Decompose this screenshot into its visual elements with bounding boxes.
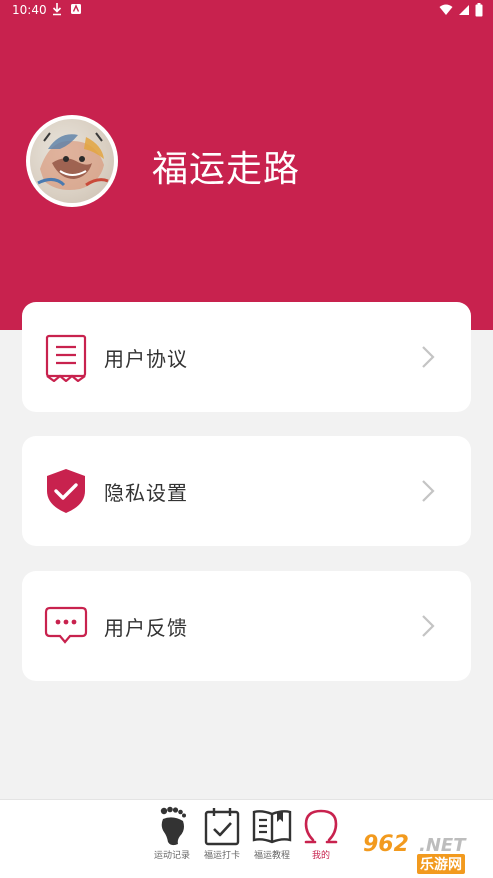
avatar[interactable]	[26, 115, 118, 207]
notification-icon	[70, 2, 82, 19]
chevron-right-icon	[421, 614, 435, 638]
profile-icon	[304, 809, 338, 844]
tab-label: 我的	[311, 851, 330, 861]
tab-label: 福运打卡	[203, 851, 240, 861]
calendar-check-icon	[204, 808, 240, 846]
profile-name: 福运走路	[152, 149, 301, 190]
status-time: 10:40	[12, 3, 47, 17]
chevron-right-icon	[421, 479, 435, 503]
chevron-right-icon	[421, 345, 435, 369]
status-icons	[439, 3, 483, 17]
watermark-subtitle: 乐游网	[417, 854, 465, 874]
footprint-icon	[160, 806, 186, 846]
shield-check-icon	[44, 467, 88, 515]
tab-label: 运动记录	[153, 851, 190, 861]
menu-item-label: 用户协议	[104, 346, 188, 371]
menu-item-privacy-settings[interactable]: 隐私设置	[22, 436, 471, 546]
wifi-icon	[439, 4, 453, 15]
book-icon	[252, 810, 292, 844]
tab-activity-record[interactable]: 运动记录	[148, 806, 196, 861]
tab-mine[interactable]: 我的	[297, 806, 345, 861]
menu-item-user-agreement[interactable]: 用户协议	[22, 302, 471, 412]
status-bar: 10:40	[0, 0, 493, 22]
battery-icon	[475, 3, 483, 17]
watermark-number: 962	[363, 832, 409, 857]
watermark-suffix: .NET	[419, 835, 466, 856]
tab-checkin[interactable]: 福运打卡	[198, 806, 246, 861]
tab-label: 福运教程	[253, 851, 290, 861]
chat-icon	[44, 606, 88, 654]
menu-item-label: 用户反馈	[104, 615, 188, 640]
menu-item-feedback[interactable]: 用户反馈	[22, 571, 471, 681]
document-icon	[44, 334, 88, 383]
menu-item-label: 隐私设置	[104, 480, 188, 505]
download-icon	[52, 2, 62, 19]
tab-tutorial[interactable]: 福运教程	[248, 806, 296, 861]
avatar-image	[30, 119, 114, 203]
signal-icon	[459, 5, 469, 15]
watermark-logo: 962 .NET 乐游网	[355, 832, 485, 874]
